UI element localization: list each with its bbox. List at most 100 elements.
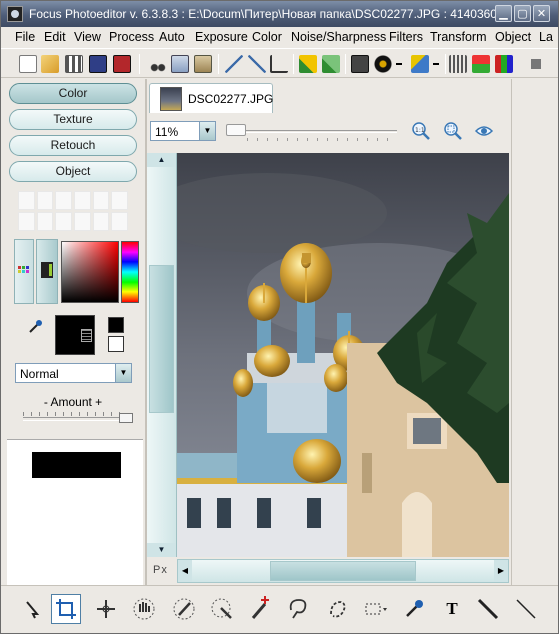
eyedropper-icon[interactable] (27, 319, 43, 335)
hue-slider[interactable] (121, 241, 139, 303)
chevron-down-icon[interactable]: ▼ (115, 364, 131, 382)
tab-retouch[interactable]: Retouch (9, 135, 137, 156)
browse-icon[interactable] (65, 55, 83, 73)
swatch[interactable] (92, 191, 110, 210)
foreground-color-swatch[interactable] (55, 315, 95, 355)
swatch[interactable] (36, 212, 54, 231)
tab-color[interactable]: Color (9, 83, 137, 104)
menu-view[interactable]: View (74, 30, 101, 44)
copy-icon[interactable] (171, 55, 189, 73)
app-icon[interactable] (7, 6, 23, 22)
histogram-icon[interactable] (351, 55, 369, 73)
swatch[interactable] (73, 191, 91, 210)
swatch[interactable] (73, 212, 91, 231)
swatch[interactable] (55, 191, 72, 210)
auto-level-icon[interactable] (322, 55, 340, 73)
crop-icon[interactable] (270, 55, 288, 73)
dropdown-icon[interactable] (394, 55, 404, 73)
blend-mode-select[interactable]: Normal ▼ (15, 363, 132, 383)
line-tool-icon[interactable] (473, 594, 503, 624)
brush-tool-icon[interactable] (169, 594, 199, 624)
scroll-up-icon[interactable]: ▲ (147, 153, 176, 167)
chevron-down-icon[interactable]: ▼ (199, 122, 215, 140)
zoom-slider-thumb[interactable] (226, 124, 246, 136)
document-thumbnail (160, 87, 182, 111)
vertical-scroll-thumb[interactable] (149, 265, 174, 413)
clone-icon[interactable] (245, 594, 275, 624)
swatch[interactable] (18, 212, 35, 231)
amount-slider-track[interactable] (23, 417, 127, 421)
rect-select-icon[interactable] (361, 594, 391, 624)
horizontal-scroll-thumb[interactable] (270, 561, 416, 581)
open-icon[interactable] (41, 55, 59, 73)
maximize-button[interactable]: ▢ (514, 5, 531, 22)
swatch[interactable] (55, 212, 72, 231)
extra-icon[interactable] (527, 55, 545, 73)
menu-transform[interactable]: Transform (430, 30, 487, 44)
zoom-fit-icon[interactable] (443, 121, 463, 141)
tab-texture[interactable]: Texture (9, 109, 137, 130)
crop-tool-icon[interactable] (51, 594, 81, 624)
brush-icon[interactable] (411, 55, 429, 73)
title-bar[interactable]: Focus Photoeditor v. 6.3.8.3 : E:\Docum\… (1, 1, 558, 27)
image-canvas[interactable] (177, 153, 509, 557)
cut-icon[interactable] (149, 55, 167, 73)
menu-color[interactable]: Color (252, 30, 282, 44)
color-bars-icon[interactable] (495, 55, 513, 73)
eyedropper-icon[interactable] (399, 594, 429, 624)
menu-layer[interactable]: La (539, 30, 553, 44)
swatch[interactable] (111, 212, 128, 231)
watermark-icon[interactable] (472, 55, 490, 73)
menu-filters[interactable]: Filters (389, 30, 423, 44)
tab-object[interactable]: Object (9, 161, 137, 182)
foreground-small-swatch[interactable] (108, 317, 124, 333)
menu-object[interactable]: Object (495, 30, 531, 44)
lasso-icon[interactable] (283, 594, 313, 624)
menu-file[interactable]: File (15, 30, 35, 44)
saturation-field[interactable] (61, 241, 119, 303)
move-icon[interactable] (91, 594, 121, 624)
magic-wand-icon[interactable] (207, 594, 237, 624)
flip-icon[interactable] (225, 55, 243, 73)
menu-exposure[interactable]: Exposure (195, 30, 248, 44)
swatch[interactable] (111, 191, 128, 210)
swatch[interactable] (92, 212, 110, 231)
vertical-scrollbar[interactable]: ▲ ▼ (147, 153, 177, 557)
left-panel: Color Texture Retouch Object Normal ▼ - … (1, 79, 145, 585)
pointer-icon[interactable] (17, 594, 47, 624)
palette-mode-button[interactable] (14, 239, 34, 304)
hand-icon[interactable] (129, 594, 159, 624)
auto-enhance-icon[interactable] (299, 55, 317, 73)
rotate-icon[interactable] (248, 55, 266, 73)
gradient-mode-button[interactable] (36, 239, 58, 304)
minimize-button[interactable]: ▁ (495, 5, 512, 22)
save-as-icon[interactable] (89, 55, 107, 73)
swatch[interactable] (18, 191, 35, 210)
scroll-right-icon[interactable]: ▶ (494, 560, 508, 582)
swatch[interactable] (36, 191, 54, 210)
freehand-lasso-icon[interactable] (323, 594, 353, 624)
document-tab[interactable]: DSC02277.JPG (149, 83, 273, 113)
red-eye-icon[interactable] (374, 55, 392, 73)
text-tool-icon[interactable]: T (437, 594, 467, 624)
close-button[interactable]: ✕ (533, 5, 550, 22)
zoom-select[interactable]: 11% ▼ (150, 121, 216, 141)
save-icon[interactable] (113, 55, 131, 73)
menu-process[interactable]: Process (109, 30, 154, 44)
sharpen-icon[interactable] (449, 55, 467, 73)
menu-edit[interactable]: Edit (44, 30, 66, 44)
background-small-swatch[interactable] (108, 336, 124, 352)
paste-icon[interactable] (194, 55, 212, 73)
scroll-left-icon[interactable]: ◀ (178, 560, 192, 582)
preview-eye-icon[interactable] (474, 121, 494, 141)
amount-slider-thumb[interactable] (119, 413, 133, 423)
dropdown-icon[interactable] (431, 55, 441, 73)
menu-noise-sharpness[interactable]: Noise/Sharpness (291, 30, 386, 44)
zoom-1-1-icon[interactable]: 1:1 (411, 121, 431, 141)
scroll-down-icon[interactable]: ▼ (147, 543, 176, 557)
menu-auto[interactable]: Auto (159, 30, 185, 44)
new-document-icon[interactable] (19, 55, 37, 73)
zoom-slider-track[interactable] (227, 130, 397, 133)
horizontal-scrollbar[interactable]: ◀ ▶ (177, 559, 509, 583)
thin-line-icon[interactable] (511, 594, 541, 624)
